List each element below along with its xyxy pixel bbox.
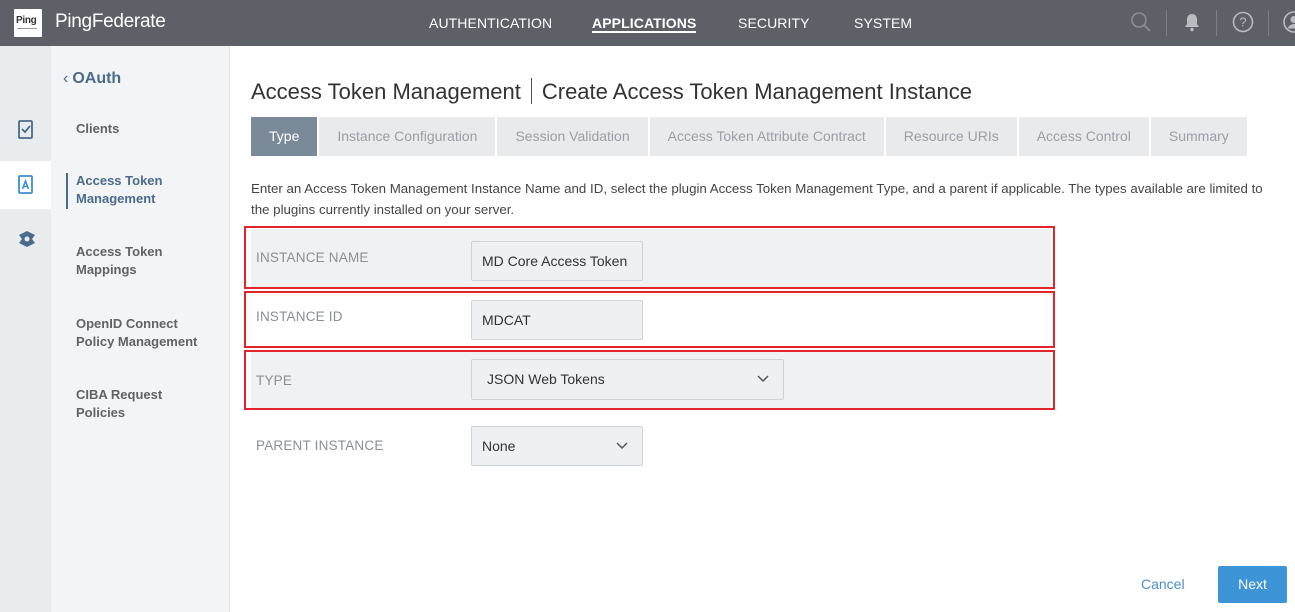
cancel-button[interactable]: Cancel xyxy=(1141,576,1185,592)
sidebar-item-clients[interactable]: Clients xyxy=(76,120,226,138)
brand-name: PingFederate xyxy=(55,11,166,32)
parent-instance-row: PARENT INSTANCE None xyxy=(251,420,1051,472)
side-nav: ‹ OAuth Clients Access Token Management A… xyxy=(51,46,230,612)
tab-summary[interactable]: Summary xyxy=(1150,117,1247,156)
highlight-box xyxy=(244,291,1055,348)
tab-instance-configuration[interactable]: Instance Configuration xyxy=(319,117,496,156)
clients-icon xyxy=(18,120,33,139)
chevron-down-icon xyxy=(616,442,628,450)
highlight-box xyxy=(244,226,1055,289)
icon-rail xyxy=(0,46,51,612)
bell-icon[interactable] xyxy=(1180,10,1204,34)
back-label: OAuth xyxy=(72,70,122,87)
tab-attribute-contract[interactable]: Access Token Attribute Contract xyxy=(649,117,884,156)
top-bar: Ping PingFederate AUTHENTICATION APPLICA… xyxy=(0,0,1295,46)
back-to-oauth[interactable]: ‹ OAuth xyxy=(63,70,121,88)
logo-mark: Ping xyxy=(16,15,37,26)
sidebar-item-openid-connect-policy[interactable]: OpenID Connect Policy Management xyxy=(76,315,216,351)
next-button[interactable]: Next xyxy=(1218,566,1287,603)
chevron-left-icon: ‹ xyxy=(63,70,69,87)
page-title-action: Create Access Token Management Instance xyxy=(541,79,972,104)
svg-text:?: ? xyxy=(1239,15,1246,30)
user-icon[interactable] xyxy=(1282,10,1295,34)
sidebar-item-ciba-request-policies[interactable]: CIBA Request Policies xyxy=(76,386,186,422)
token-icon xyxy=(18,175,33,194)
nav-authentication[interactable]: AUTHENTICATION xyxy=(429,0,552,46)
nav-applications[interactable]: APPLICATIONS xyxy=(592,0,697,46)
policy-icon xyxy=(19,231,35,247)
search-icon[interactable] xyxy=(1129,10,1153,34)
highlight-box xyxy=(244,350,1055,410)
tab-type[interactable]: Type xyxy=(251,117,318,156)
page-title-section: Access Token Management xyxy=(251,79,521,104)
wizard-tabs: Type Instance Configuration Session Vali… xyxy=(251,117,1249,156)
page-title: Access Token Management Create Access Tok… xyxy=(251,78,972,105)
rail-policy[interactable] xyxy=(0,216,51,264)
parent-instance-label: PARENT INSTANCE xyxy=(256,438,384,453)
sidebar-item-access-token-management[interactable]: Access Token Management xyxy=(76,172,186,208)
active-indicator xyxy=(66,173,68,209)
parent-instance-select[interactable]: None xyxy=(471,426,643,466)
parent-instance-value: None xyxy=(482,438,516,454)
nav-security[interactable]: SECURITY xyxy=(738,0,810,46)
ping-logo[interactable]: Ping xyxy=(14,9,42,37)
tab-resource-uris[interactable]: Resource URIs xyxy=(885,117,1017,156)
rail-token[interactable] xyxy=(0,161,51,209)
nav-system[interactable]: SYSTEM xyxy=(854,0,912,46)
tab-access-control[interactable]: Access Control xyxy=(1018,117,1149,156)
page-description: Enter an Access Token Management Instanc… xyxy=(251,181,1263,217)
rail-clients[interactable] xyxy=(0,106,51,154)
tab-session-validation[interactable]: Session Validation xyxy=(497,117,648,156)
help-icon[interactable]: ? xyxy=(1231,10,1255,34)
sidebar-item-access-token-mappings[interactable]: Access Token Mappings xyxy=(76,243,186,279)
